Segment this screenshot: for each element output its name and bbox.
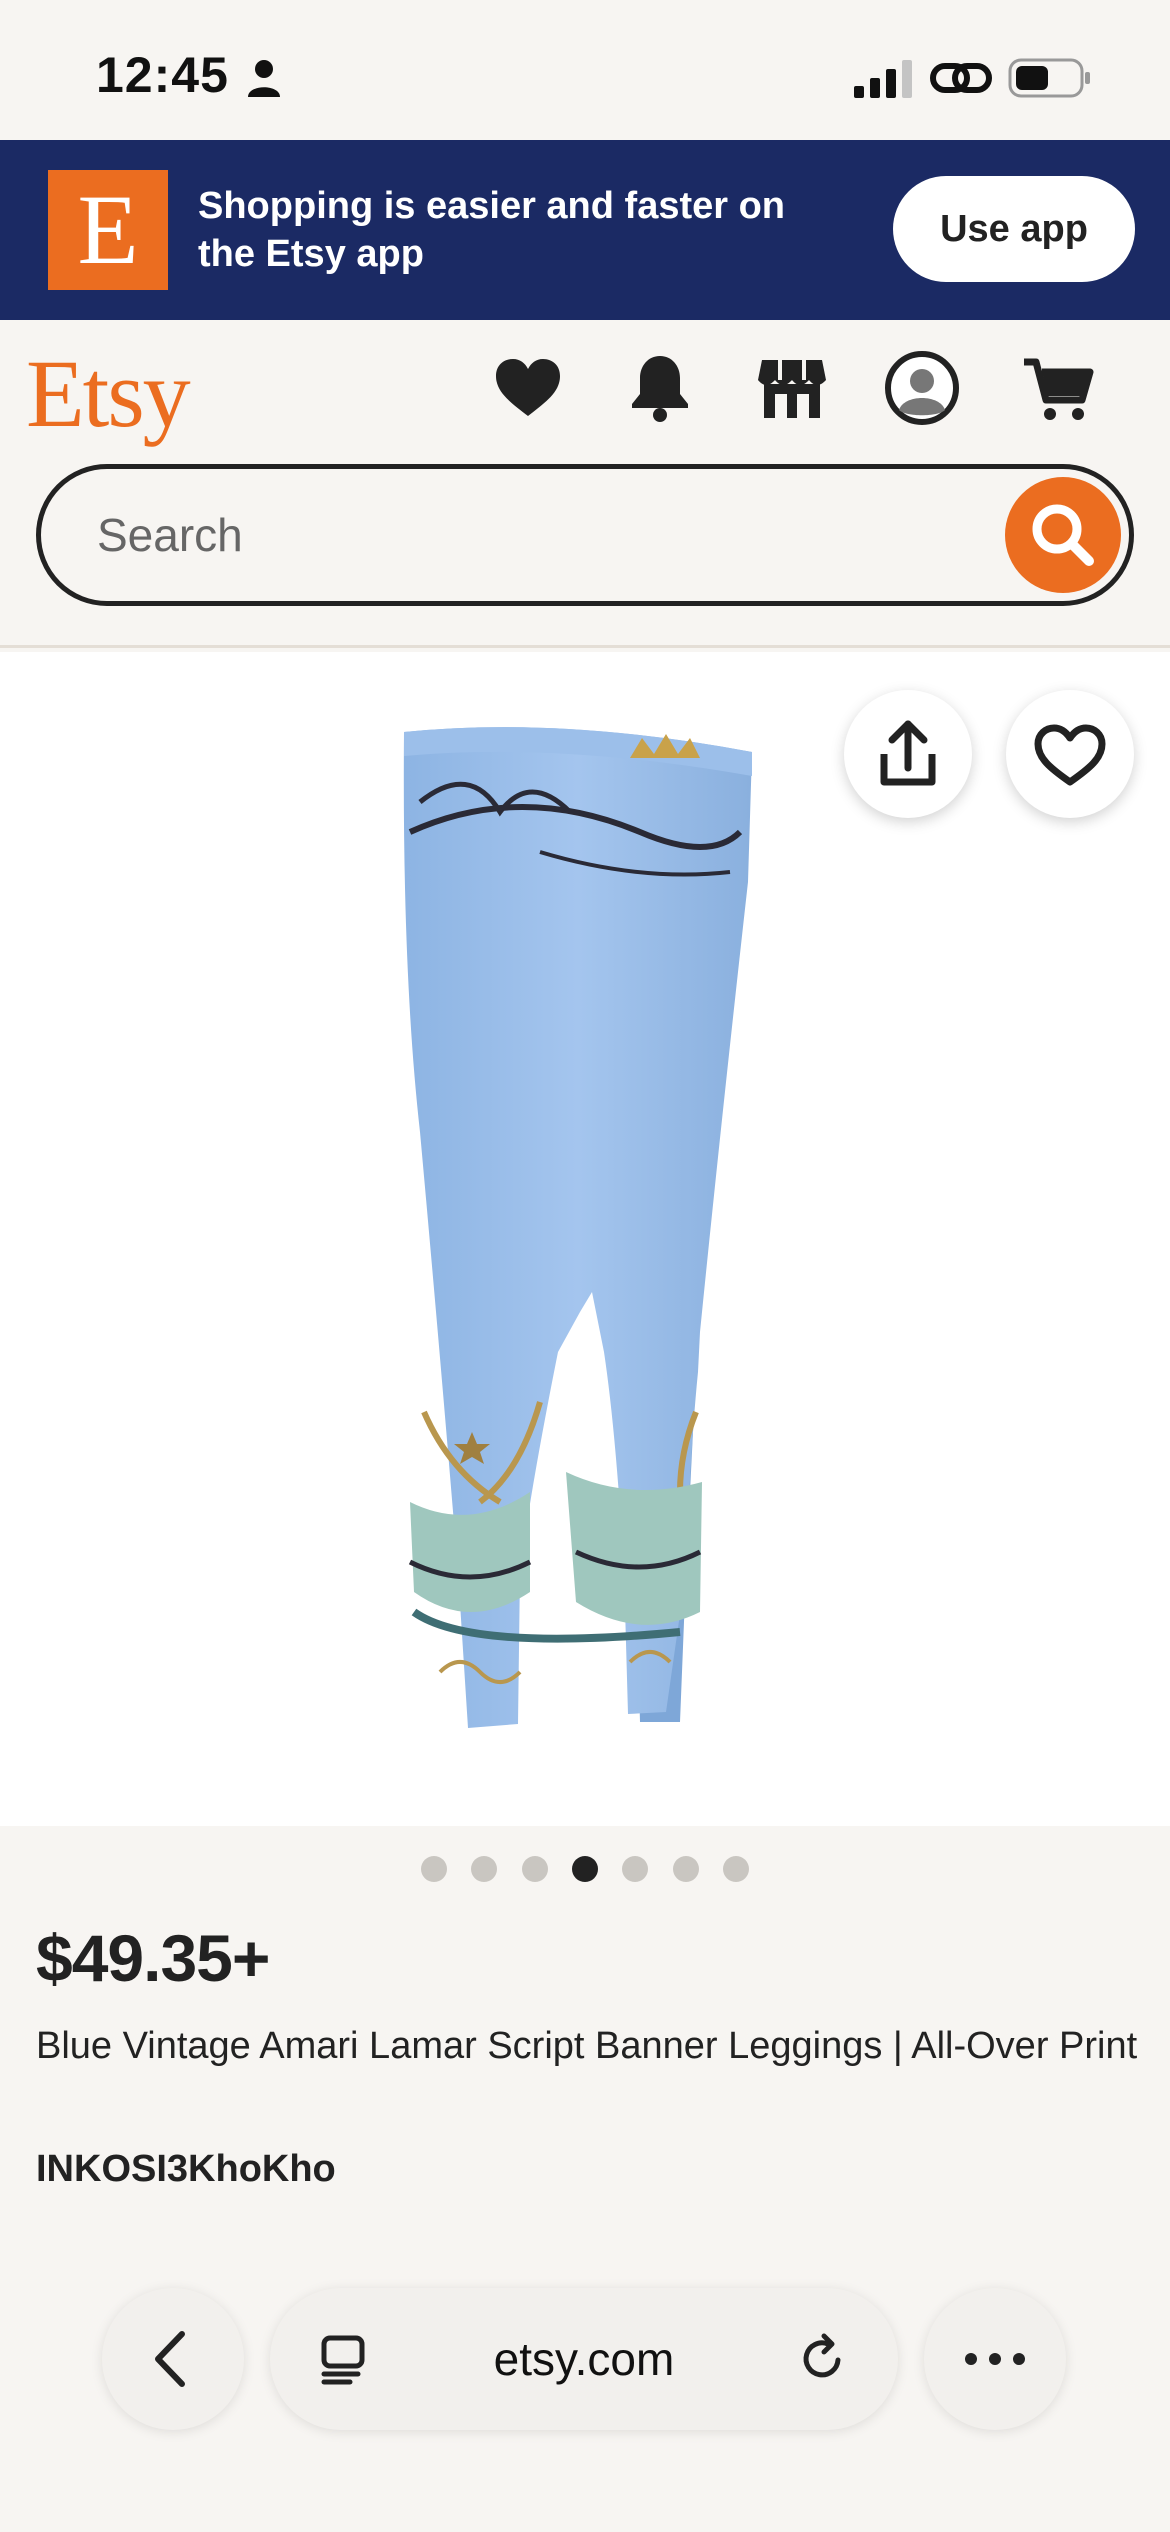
carousel-dot[interactable] — [723, 1856, 750, 1882]
carousel-dot[interactable] — [672, 1856, 699, 1882]
search-button[interactable] — [1005, 477, 1121, 593]
carousel-dot[interactable] — [471, 1856, 498, 1882]
favorite-button[interactable] — [1006, 690, 1134, 818]
link-icon — [930, 63, 992, 93]
etsy-logo[interactable]: Etsy — [26, 338, 191, 449]
carousel-dot-active[interactable] — [572, 1856, 598, 1882]
product-image-carousel[interactable] — [0, 652, 1170, 1826]
browser-toolbar: etsy.com — [0, 2270, 1170, 2532]
address-bar[interactable]: etsy.com — [270, 2288, 898, 2430]
back-button[interactable] — [102, 2288, 244, 2430]
status-bar: 12:45 — [0, 0, 1170, 140]
product-image — [403, 727, 752, 1728]
search-bar — [36, 464, 1134, 606]
status-time: 12:45 — [96, 47, 229, 103]
product-title: Blue Vintage Amari Lamar Script Banner L… — [36, 2025, 1138, 2067]
shop-icon[interactable] — [754, 350, 830, 426]
signal-icon — [854, 60, 912, 98]
battery-icon — [1008, 58, 1090, 98]
account-icon[interactable] — [884, 350, 960, 426]
bell-icon[interactable] — [622, 350, 698, 426]
banner-text: Shopping is easier and faster on the Ets… — [198, 185, 786, 275]
shop-name-link[interactable]: INKOSI3KhoKho — [36, 2148, 336, 2191]
use-app-button[interactable]: Use app — [893, 176, 1135, 282]
share-button[interactable] — [844, 690, 972, 818]
back-icon — [155, 2331, 185, 2387]
share-icon — [880, 720, 936, 786]
site-header: Etsy — [0, 320, 1170, 648]
heart-icon[interactable] — [490, 350, 566, 426]
more-icon — [965, 2353, 1025, 2365]
carousel-dot[interactable] — [622, 1856, 649, 1882]
search-icon — [1032, 504, 1094, 566]
product-price: $49.35+ — [36, 1921, 270, 1995]
carousel-pagination — [0, 1856, 1170, 1886]
heart-outline-icon — [1034, 724, 1106, 786]
more-button[interactable] — [924, 2288, 1066, 2430]
carousel-dot[interactable] — [420, 1856, 447, 1882]
person-icon — [248, 60, 280, 97]
search-input[interactable] — [97, 469, 997, 601]
cart-icon[interactable] — [1020, 350, 1096, 426]
app-promo-banner: E Shopping is easier and faster on the E… — [0, 140, 1170, 320]
reload-icon[interactable] — [794, 2330, 852, 2388]
carousel-dot[interactable] — [521, 1856, 548, 1882]
etsy-app-logo: E — [48, 170, 168, 290]
